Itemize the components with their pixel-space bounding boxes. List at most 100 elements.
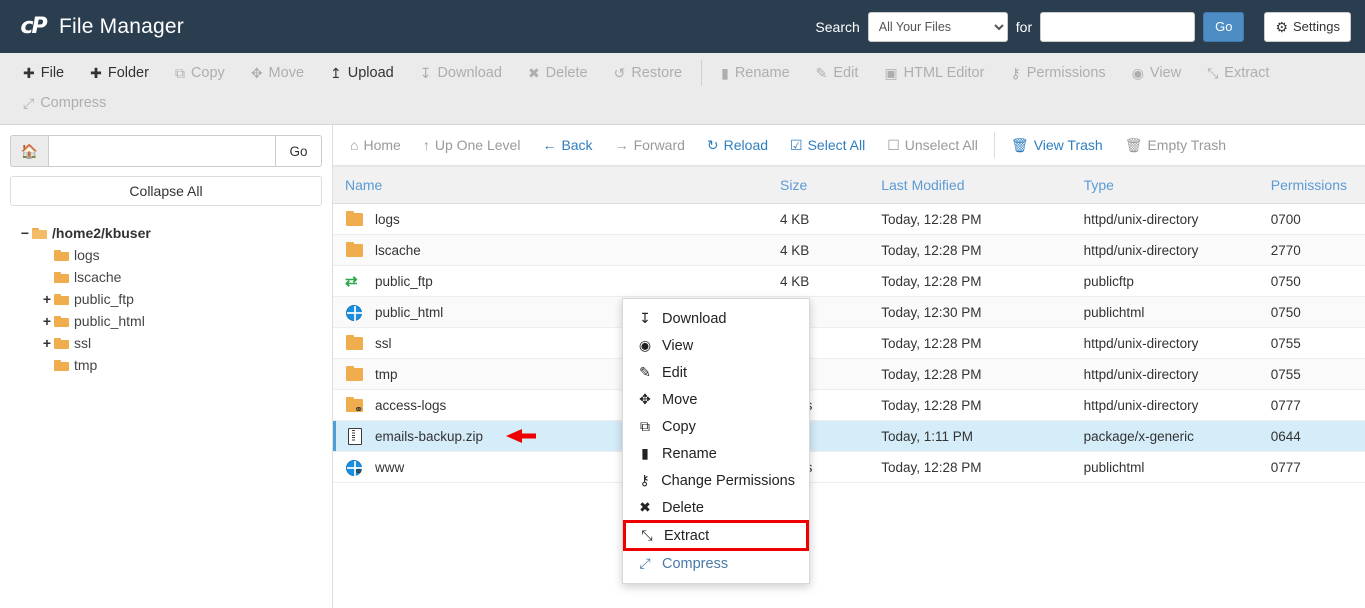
column-header-size[interactable]: Size: [768, 166, 870, 204]
download-icon: ↧: [419, 65, 432, 81]
table-row[interactable]: tmp4 KBToday, 12:28 PMhttpd/unix-directo…: [333, 358, 1365, 390]
cell-modified: Today, 12:28 PM: [869, 327, 1072, 359]
tree-node-public-ftp[interactable]: + public_ftp: [10, 288, 322, 310]
context-menu-item-change-permissions[interactable]: ⚷ Change Permissions: [623, 467, 809, 494]
context-menu-item-download[interactable]: ↧ Download: [623, 305, 809, 332]
reload-icon: ↻: [706, 137, 719, 153]
context-menu-item-delete[interactable]: ✖ Delete: [623, 494, 809, 521]
collapse-all-button[interactable]: Collapse All: [10, 176, 322, 206]
context-menu-item-move[interactable]: ✥ Move: [623, 386, 809, 413]
tree-node-tmp[interactable]: tmp: [10, 354, 322, 376]
toolbar-item-label: Edit: [833, 65, 859, 81]
tree-node-home2-kbuser[interactable]: − /home2/kbuser: [10, 222, 322, 244]
toolbar-rename-button: ▮ Rename: [708, 58, 803, 88]
file-name[interactable]: emails-backup.zip: [375, 429, 483, 444]
upload-icon: ↥: [330, 65, 342, 81]
compress-icon: ⤢: [639, 555, 651, 571]
file-name[interactable]: access-logs: [375, 398, 446, 413]
toolbar-item-label: Restore: [631, 65, 683, 81]
expand-icon[interactable]: +: [40, 291, 54, 307]
close-icon: ✖: [527, 65, 540, 81]
collapse-icon[interactable]: −: [18, 225, 32, 241]
copy-icon: ⧉: [174, 65, 185, 81]
path-input[interactable]: [48, 135, 275, 167]
context-menu-item-copy[interactable]: ⧉ Copy: [623, 413, 809, 440]
file-name[interactable]: lscache: [375, 243, 421, 258]
table-row[interactable]: emails-backup.zip7 KBToday, 1:11 PMpacka…: [333, 420, 1365, 452]
symlink-badge-icon: ⚭: [354, 403, 364, 416]
settings-label: Settings: [1293, 19, 1340, 34]
table-row[interactable]: public_html4 KBToday, 12:30 PMpublichtml…: [333, 296, 1365, 328]
search-input[interactable]: [1040, 11, 1196, 42]
tree-node-label: ssl: [74, 335, 92, 351]
cell-name[interactable]: lscache: [333, 234, 769, 266]
context-menu-item-label: Extract: [664, 527, 710, 544]
column-header-last-modified[interactable]: Last Modified: [869, 166, 1072, 204]
table-row[interactable]: ⚭wwwbytesToday, 12:28 PMpublichtml0777: [333, 451, 1365, 483]
search-label: Search: [815, 18, 860, 35]
folder-icon: [54, 359, 69, 371]
file-table: Name Size Last Modified Type Permissions log…: [333, 166, 1365, 483]
cell-name[interactable]: logs: [333, 203, 769, 235]
settings-button[interactable]: ⚙ Settings: [1264, 11, 1351, 42]
cell-name[interactable]: ⇄ public_ftp: [333, 265, 769, 297]
search-scope-select[interactable]: All Your Files: [867, 11, 1008, 42]
nav-select-all-button[interactable]: ☑ Select All: [779, 125, 876, 166]
table-row[interactable]: logs 4 KB Today, 12:28 PM httpd/unix-direct…: [333, 203, 1365, 235]
tree-node-label: /home2/kbuser: [52, 225, 151, 241]
nav-item-label: Unselect All: [904, 137, 978, 153]
tree-node-lscache[interactable]: lscache: [10, 266, 322, 288]
toolbar-folder-button[interactable]: ✚ Folder: [77, 58, 162, 88]
toolbar-upload-button[interactable]: ↥ Upload: [317, 58, 407, 88]
sidebar-home-button[interactable]: 🏠: [10, 135, 48, 167]
cell-permissions: 0777: [1258, 451, 1365, 483]
context-menu-item-compress[interactable]: ⤢ Compress: [623, 550, 809, 577]
brand: cP File Manager: [18, 14, 184, 40]
home-icon: ⌂: [350, 137, 359, 153]
file-name[interactable]: www: [375, 460, 404, 475]
context-menu-item-extract[interactable]: ⤡ Extract: [623, 520, 809, 551]
toolbar-item-label: Permissions: [1026, 65, 1106, 81]
context-menu-item-edit[interactable]: ✎ Edit: [623, 359, 809, 386]
toolbar-file-button[interactable]: ✚ File: [10, 58, 77, 88]
file-name[interactable]: ssl: [375, 336, 392, 351]
context-menu-item-rename[interactable]: ▮ Rename: [623, 440, 809, 467]
tree-node-label: public_html: [74, 313, 145, 329]
column-header-type[interactable]: Type: [1071, 166, 1259, 204]
file-name[interactable]: public_html: [375, 305, 443, 320]
column-header-name[interactable]: Name: [333, 166, 769, 204]
file-name[interactable]: tmp: [375, 367, 398, 382]
tree-node-ssl[interactable]: + ssl: [10, 332, 322, 354]
tree-node-logs[interactable]: logs: [10, 244, 322, 266]
file-table-body: logs 4 KB Today, 12:28 PM httpd/unix-direct…: [333, 203, 1365, 483]
nav-up-one-level-button: ↑ Up One Level: [412, 125, 532, 166]
tree-node-public-html[interactable]: + public_html: [10, 310, 322, 332]
table-row[interactable]: ssl4 KBToday, 12:28 PMhttpd/unix-directo…: [333, 327, 1365, 359]
nav-item-label: Back: [561, 137, 593, 153]
context-menu-item-view[interactable]: ◉ View: [623, 332, 809, 359]
extract-icon: ⤡: [641, 527, 653, 543]
copy-icon: ⧉: [640, 418, 650, 434]
folder-icon: [54, 293, 69, 305]
tree-node-label: tmp: [74, 357, 98, 373]
nav-view-trash-button[interactable]: 🗑 View Trash: [1000, 125, 1114, 166]
cell-permissions: 0755: [1258, 327, 1365, 359]
file-name[interactable]: logs: [375, 212, 400, 227]
nav-reload-button[interactable]: ↻ Reload: [696, 125, 779, 166]
table-row[interactable]: ⚭access-logsbytesToday, 12:28 PMhttpd/un…: [333, 389, 1365, 421]
file-name[interactable]: public_ftp: [375, 274, 433, 289]
column-header-permissions[interactable]: Permissions: [1258, 166, 1365, 204]
expand-icon[interactable]: +: [40, 313, 54, 329]
table-row[interactable]: lscache 4 KB Today, 12:28 PM httpd/unix-dir…: [333, 234, 1365, 266]
context-menu-item-label: Copy: [662, 418, 696, 435]
search-go-button[interactable]: Go: [1203, 11, 1245, 42]
table-row[interactable]: ⇄ public_ftp 4 KB Today, 12:28 PM publicftp 0…: [333, 265, 1365, 297]
cell-modified: Today, 12:28 PM: [869, 451, 1072, 483]
cell-permissions: 2770: [1258, 234, 1365, 266]
path-go-button[interactable]: Go: [275, 135, 322, 167]
expand-icon[interactable]: +: [40, 335, 54, 351]
toolbar-item-label: Copy: [190, 65, 225, 81]
nav-back-button[interactable]: ← Back: [531, 125, 603, 166]
toolbar-item-label: HTML Editor: [903, 65, 985, 81]
